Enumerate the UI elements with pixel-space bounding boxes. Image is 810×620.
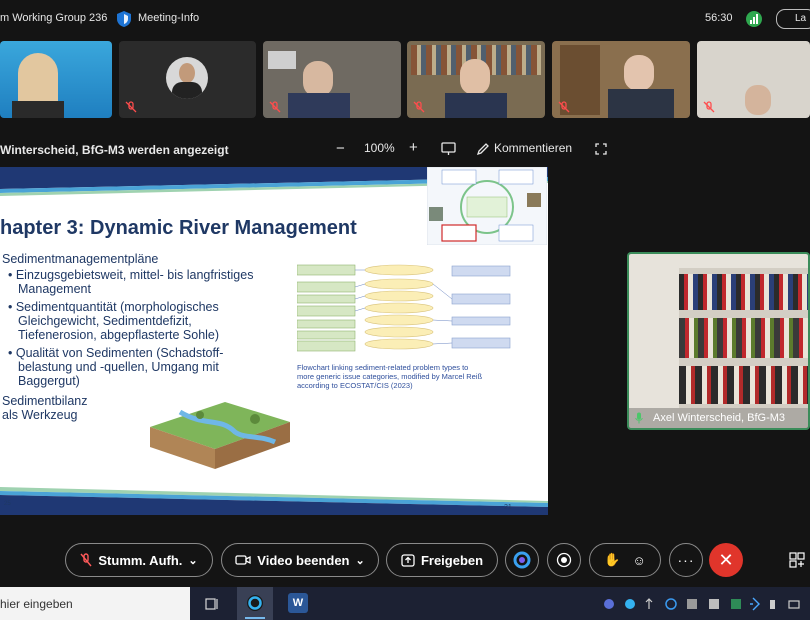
chevron-down-icon[interactable]: ⌄ <box>356 554 365 567</box>
layout-button[interactable]: La <box>776 9 810 29</box>
participant-thumbnail-2[interactable] <box>119 41 256 118</box>
emoji-reaction-icon[interactable]: ☺ <box>632 553 645 568</box>
more-icon: ··· <box>677 552 695 568</box>
share-icon <box>401 553 415 567</box>
annotate-screen-icon[interactable] <box>441 142 456 156</box>
slide-bullet-5b: als Werkzeug <box>2 408 78 422</box>
system-tray[interactable] <box>603 596 803 612</box>
task-view-icon[interactable] <box>204 596 220 612</box>
chevron-down-icon[interactable]: ⌄ <box>188 554 197 567</box>
slide-bullet-2: • Einzugsgebietsweit, mittel- bis langfr… <box>8 268 254 282</box>
leave-meeting-button[interactable]: ✕ <box>709 543 743 577</box>
slide-bullet-3b: Gleichgewicht, Sedimentdefizit, <box>18 314 192 328</box>
record-button[interactable] <box>547 543 581 577</box>
meeting-info-button[interactable]: Meeting-Info <box>138 12 199 24</box>
zoom-in-button[interactable]: + <box>409 139 418 156</box>
video-camera-icon <box>235 555 251 565</box>
muted-mic-icon <box>413 101 425 113</box>
slide-bullet-5: Sedimentbilanz <box>2 394 88 408</box>
shared-slide: hapter 3: Dynamic River Management Sedim… <box>0 167 548 515</box>
record-icon <box>556 552 572 568</box>
search-placeholder: hier eingeben <box>0 597 73 611</box>
meeting-timer: 56:30 <box>705 12 733 24</box>
slide-bullet-1: Sedimentmanagementpläne <box>2 252 159 266</box>
slide-bullet-4b: belastung und -quellen, Umgang mit <box>18 360 219 374</box>
zoom-out-button[interactable]: − <box>336 140 345 157</box>
slide-page-number: 21 <box>504 504 512 511</box>
stop-video-button[interactable]: Video beenden ⌄ <box>221 543 379 577</box>
taskbar-search-input[interactable]: hier eingeben <box>0 587 190 620</box>
slide-footer-left: 25 <box>4 501 11 507</box>
slide-bullet-3: • Sedimentquantität (morphologisches <box>8 300 219 314</box>
participant-person <box>303 61 333 97</box>
layout-label: La <box>795 13 807 24</box>
pen-icon[interactable] <box>476 142 490 156</box>
sediment-flowchart <box>297 264 511 352</box>
meeting-top-bar: m Working Group 236 Meeting-Info 56:30 L… <box>0 0 810 38</box>
ai-assistant-button[interactable] <box>505 543 539 577</box>
stop-video-label: Video beenden <box>257 552 350 568</box>
ai-assistant-icon <box>513 551 531 569</box>
self-view-video[interactable]: Axel Winterscheid, BfG-M3 <box>627 252 810 430</box>
unmute-button[interactable]: Stumm. Aufh. ⌄ <box>65 543 213 577</box>
catchment-illustration <box>150 402 290 469</box>
muted-mic-icon <box>269 101 281 113</box>
slide-heading: hapter 3: Dynamic River Management <box>0 217 357 239</box>
share-label: Winterscheid, BfG-M3 werden angezeigt <box>0 143 229 157</box>
word-icon[interactable]: W <box>288 593 308 613</box>
participant-thumbnail-5[interactable] <box>552 41 690 118</box>
flowchart-caption: Flowchart linking sediment-related probl… <box>297 363 483 390</box>
share-button[interactable]: Freigeben <box>386 543 498 577</box>
avatar <box>166 57 208 99</box>
more-options-button[interactable]: ··· <box>669 543 703 577</box>
share-toolbar: Winterscheid, BfG-M3 werden angezeigt − … <box>0 135 810 165</box>
fullscreen-icon[interactable] <box>595 143 607 155</box>
comment-button[interactable]: Kommentieren <box>494 141 572 155</box>
close-icon: ✕ <box>718 549 734 570</box>
participant-thumbnail-6[interactable] <box>697 41 810 118</box>
slide-bullet-4c: Baggergut) <box>18 374 80 388</box>
unmute-label: Stumm. Aufh. <box>98 552 183 568</box>
participant-thumbnail-4[interactable] <box>407 41 545 118</box>
webex-taskbar-button[interactable] <box>237 587 273 620</box>
bookshelf <box>679 268 808 408</box>
self-view-name: Axel Winterscheid, BfG-M3 <box>653 412 786 424</box>
shield-icon[interactable] <box>115 10 133 28</box>
muted-mic-icon <box>80 553 92 567</box>
mic-icon <box>635 412 643 424</box>
slide-bullet-2b: Management <box>18 282 91 296</box>
participant-thumbnail-1[interactable] <box>0 41 112 118</box>
participant-person <box>624 55 654 91</box>
apps-icon[interactable] <box>789 552 805 568</box>
reactions-group: ✋ ☺ <box>589 543 661 577</box>
slide-bullet-4: • Qualität von Sedimenten (Schadstoff- <box>8 346 224 360</box>
webex-icon <box>247 595 263 611</box>
participant-person <box>745 85 771 115</box>
self-view-name-bar: Axel Winterscheid, BfG-M3 <box>629 408 808 428</box>
zoom-level: 100% <box>364 141 395 155</box>
muted-mic-icon <box>703 101 715 113</box>
participant-person <box>460 59 490 95</box>
cycle-diagram-inset <box>427 167 547 245</box>
connection-signal-icon[interactable] <box>746 11 762 27</box>
raise-hand-icon[interactable]: ✋ <box>604 552 620 568</box>
meeting-title: m Working Group 236 <box>0 12 108 24</box>
slide-bottom-band <box>0 487 548 515</box>
participant-thumbnail-3[interactable] <box>263 41 401 118</box>
muted-mic-icon <box>125 101 137 113</box>
muted-mic-icon <box>558 101 570 113</box>
slide-bullet-3c: Tiefenerosion, abgepflasterte Sohle) <box>18 328 220 342</box>
participant-shirt <box>12 101 64 118</box>
share-label: Freigeben <box>420 552 484 568</box>
